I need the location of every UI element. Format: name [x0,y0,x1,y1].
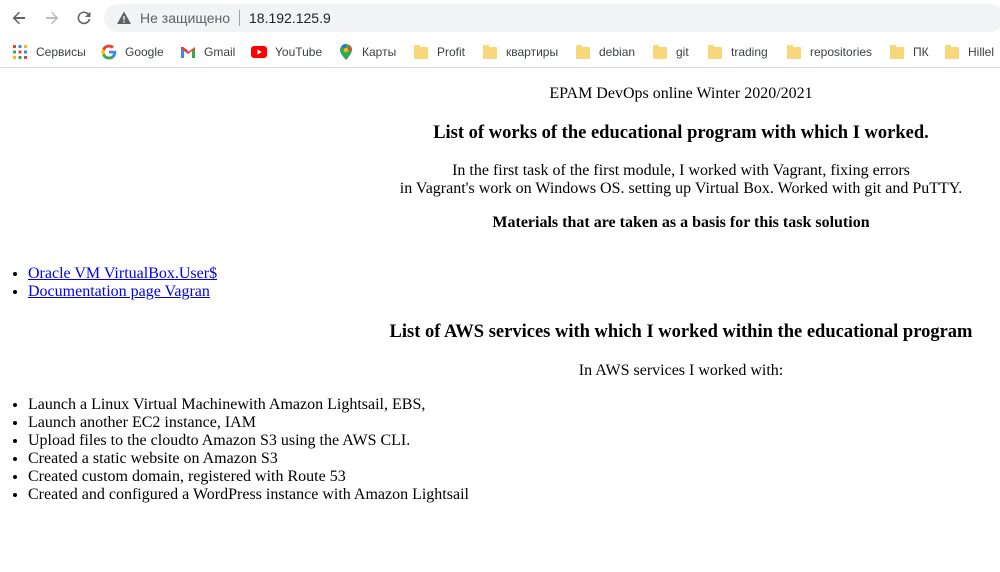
back-arrow-icon [12,11,25,25]
bookmark-label: YouTube [275,45,323,59]
works-heading: List of works of the educational program… [433,123,929,143]
bookmark-label: debian [599,45,636,59]
bookmark-services[interactable]: Сервисы [12,42,86,62]
bookmark-repositories[interactable]: repositories [786,42,872,62]
bookmark-git[interactable]: git [652,42,689,62]
folder-icon [786,44,802,60]
reload-button[interactable] [71,6,97,30]
bookmark-label: квартиры [506,45,559,59]
bookmark-label: Hillel [968,45,995,59]
forward-arrow-icon [46,11,59,25]
aws-service-list: Launch a Linux Virtual Machinewith Amazo… [0,396,469,504]
bookmark-label: Google [125,45,164,59]
folder-icon [707,44,723,60]
gmail-icon [180,44,196,60]
youtube-icon [251,44,267,60]
bookmark-label: ПК [913,45,929,59]
warning-icon[interactable] [116,10,132,26]
bookmark-label: Сервисы [36,45,86,59]
aws-heading: List of AWS services with which I worked… [389,322,973,342]
folder-icon [889,44,905,60]
folder-icon [413,44,429,60]
bookmark-label: Profit [437,45,466,59]
bookmark-youtube[interactable]: YouTube [251,42,322,62]
list-item: Oracle VM VirtualBox.User$ [28,265,217,283]
bookmark-gmail[interactable]: Gmail [180,42,235,62]
google-icon [101,44,117,60]
folder-icon [944,44,960,60]
page-content: EPAM DevOps online Winter 2020/2021 List… [0,69,1000,572]
intro-line-2: in Vagrant's work on Windows OS. setting… [399,180,963,197]
list-item: Created and configured a WordPress insta… [28,486,469,504]
list-item: Launch another EC2 instance, IAM [28,414,469,432]
bookmark-label: git [676,45,689,59]
list-item: Created a static website on Amazon S3 [28,450,469,468]
materials-link-list: Oracle VM VirtualBox.User$ Documentation… [0,265,217,301]
forward-button[interactable] [39,6,65,30]
bookmark-label: trading [731,45,768,59]
list-item: Launch a Linux Virtual Machinewith Amazo… [28,396,469,414]
back-button[interactable] [6,6,32,30]
folder-icon [652,44,668,60]
reload-icon [77,11,91,25]
vagrant-docs-link[interactable]: Documentation page Vagran [28,283,210,300]
bookmark-trading[interactable]: trading [707,42,768,62]
bookmark-kvartiry[interactable]: квартиры [482,42,558,62]
materials-heading: Materials that are taken as a basis for … [492,214,870,231]
bookmark-label: Gmail [204,45,236,59]
list-item: Upload files to the cloudto Amazon S3 us… [28,432,469,450]
maps-pin-icon [338,44,354,60]
virtualbox-user-link[interactable]: Oracle VM VirtualBox.User$ [28,265,217,282]
bookmark-maps[interactable]: Карты [338,42,396,62]
bookmark-label: repositories [810,45,873,59]
address-divider [239,10,240,26]
list-item: Documentation page Vagran [28,283,217,301]
folder-icon [575,44,591,60]
list-item: Created custom domain, registered with R… [28,468,469,486]
bookmark-debian[interactable]: debian [575,42,635,62]
browser-toolbar: Не защищено 18.192.125.9 [0,0,1000,36]
bookmark-google[interactable]: Google [101,42,164,62]
aws-intro: In AWS services I worked with: [578,362,784,379]
security-status[interactable]: Не защищено [140,10,230,26]
bookmark-pk[interactable]: ПК [889,42,929,62]
bookmark-profit[interactable]: Profit [413,42,465,62]
course-title: EPAM DevOps online Winter 2020/2021 [549,85,813,102]
bookmark-hillel[interactable]: Hillel [944,42,994,62]
bookmarks-bar: Сервисы Google Gmail YouTube Карты Profi… [0,36,1000,68]
bookmark-label: Карты [362,45,397,59]
folder-icon [482,44,498,60]
intro-line-1: In the first task of the first module, I… [452,162,910,179]
apps-grid-icon [12,44,28,60]
url-text[interactable]: 18.192.125.9 [249,10,331,26]
address-bar[interactable]: Не защищено 18.192.125.9 [104,4,1000,32]
